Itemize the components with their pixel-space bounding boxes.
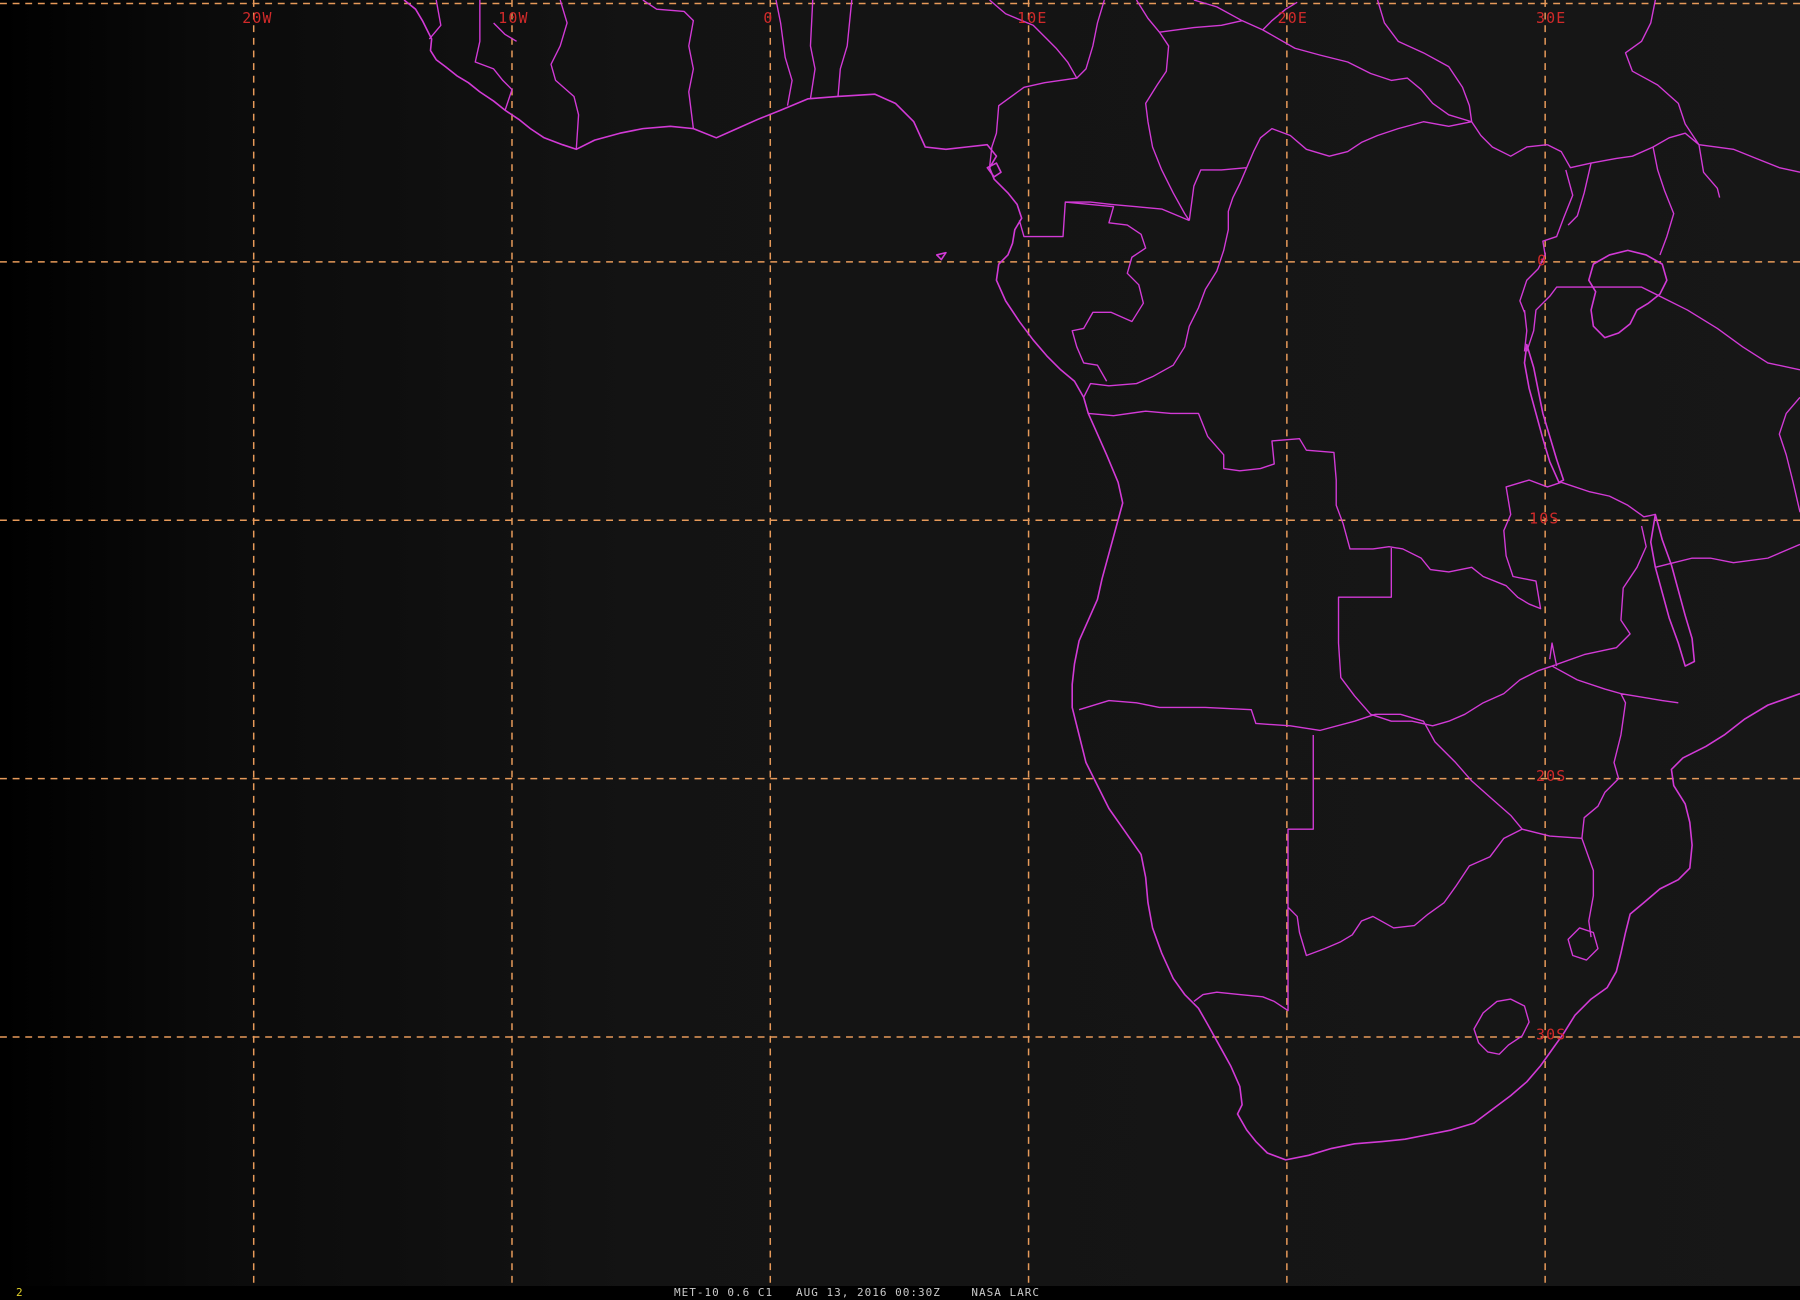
caption-source: NASA LARC bbox=[971, 1286, 1040, 1299]
lon-label-10e: 10E bbox=[1017, 9, 1047, 27]
lon-label-20w: 20W bbox=[242, 9, 272, 27]
caption-date: AUG 13, 2016 bbox=[796, 1286, 888, 1299]
lat-label-0: 0 bbox=[1537, 251, 1547, 269]
lon-label-10w: 10W bbox=[498, 9, 528, 27]
satellite-map: 20W 10W 0 10E 20E 30E 0 10S 20S 30S bbox=[0, 0, 1800, 1288]
lat-label-20s: 20S bbox=[1536, 767, 1566, 785]
lon-label-30e: 30E bbox=[1536, 9, 1566, 27]
caption-time: 00:30Z bbox=[895, 1286, 941, 1299]
lon-label-20e: 20E bbox=[1278, 9, 1308, 27]
lon-label-0: 0 bbox=[763, 9, 773, 27]
image-caption: MET-10 0.6 C1 AUG 13, 2016 00:30Z NASA L… bbox=[674, 1286, 1040, 1300]
caption-bar: 2 MET-10 0.6 C1 AUG 13, 2016 00:30Z NASA… bbox=[0, 1286, 1800, 1300]
lat-label-30s: 30S bbox=[1536, 1025, 1566, 1043]
lat-label-10s: 10S bbox=[1529, 510, 1559, 528]
satellite-image-viewport[interactable]: 20W 10W 0 10E 20E 30E 0 10S 20S 30S bbox=[0, 0, 1800, 1300]
caption-channel: 0.6 C1 bbox=[727, 1286, 774, 1299]
imagery-background bbox=[0, 0, 1800, 1288]
caption-satellite: MET-10 bbox=[674, 1286, 720, 1299]
frame-number: 2 bbox=[16, 1286, 23, 1299]
